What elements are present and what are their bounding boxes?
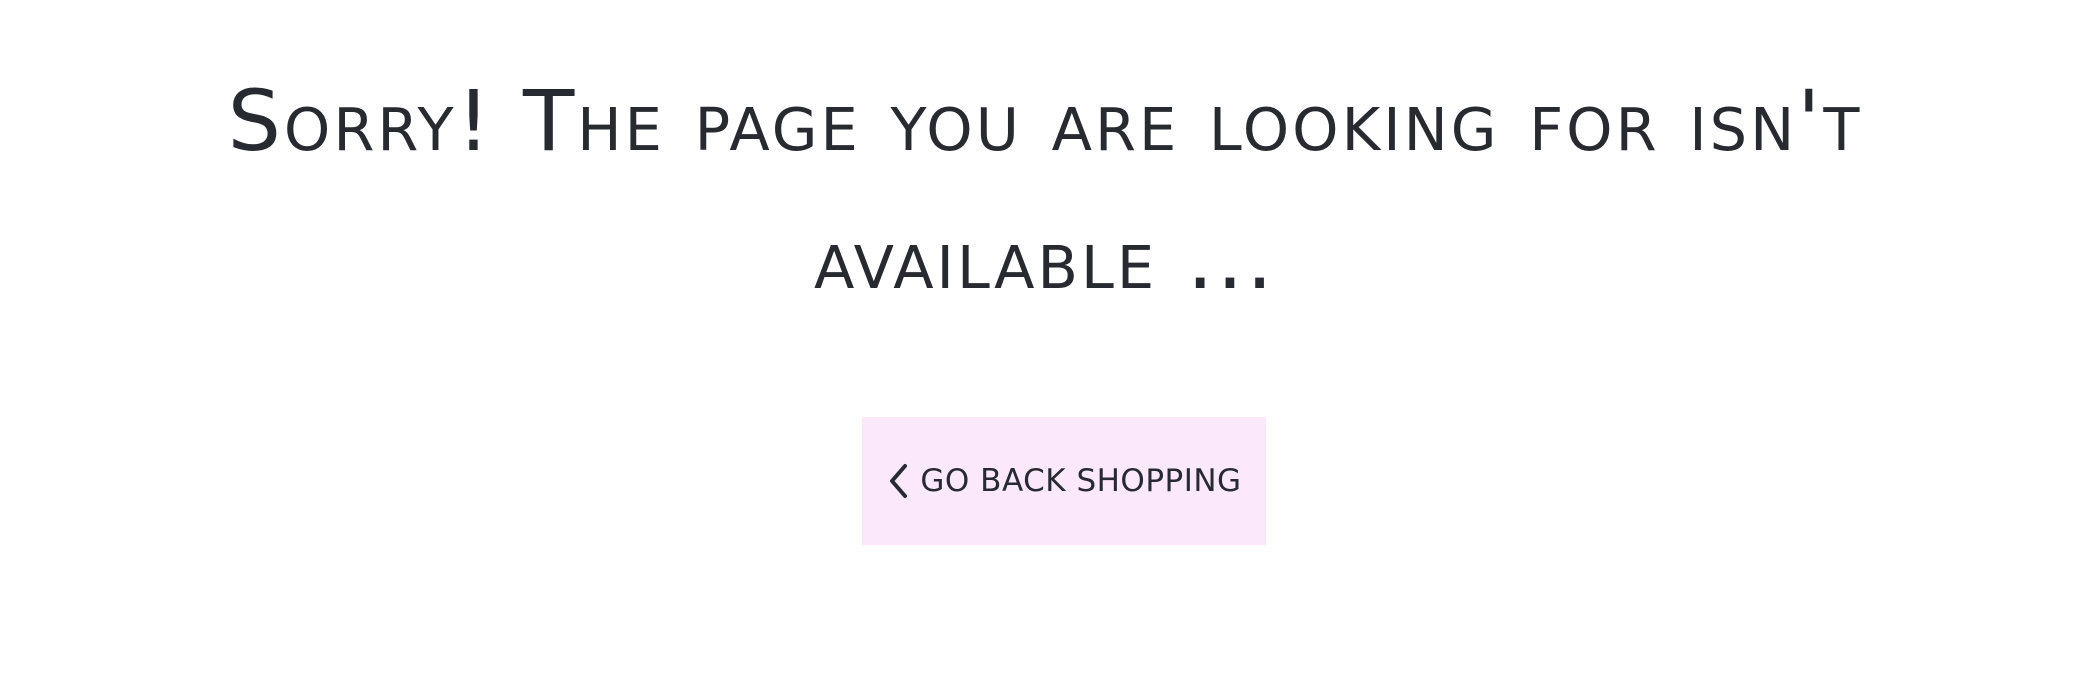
- chevron-left-icon: [886, 462, 912, 500]
- error-heading: Sorry! The page you are looking for isn'…: [227, 72, 1863, 308]
- go-back-shopping-label: GO BACK SHOPPING: [920, 463, 1242, 499]
- go-back-shopping-button[interactable]: GO BACK SHOPPING: [862, 417, 1266, 545]
- not-found-page: Sorry! The page you are looking for isn'…: [0, 0, 2090, 692]
